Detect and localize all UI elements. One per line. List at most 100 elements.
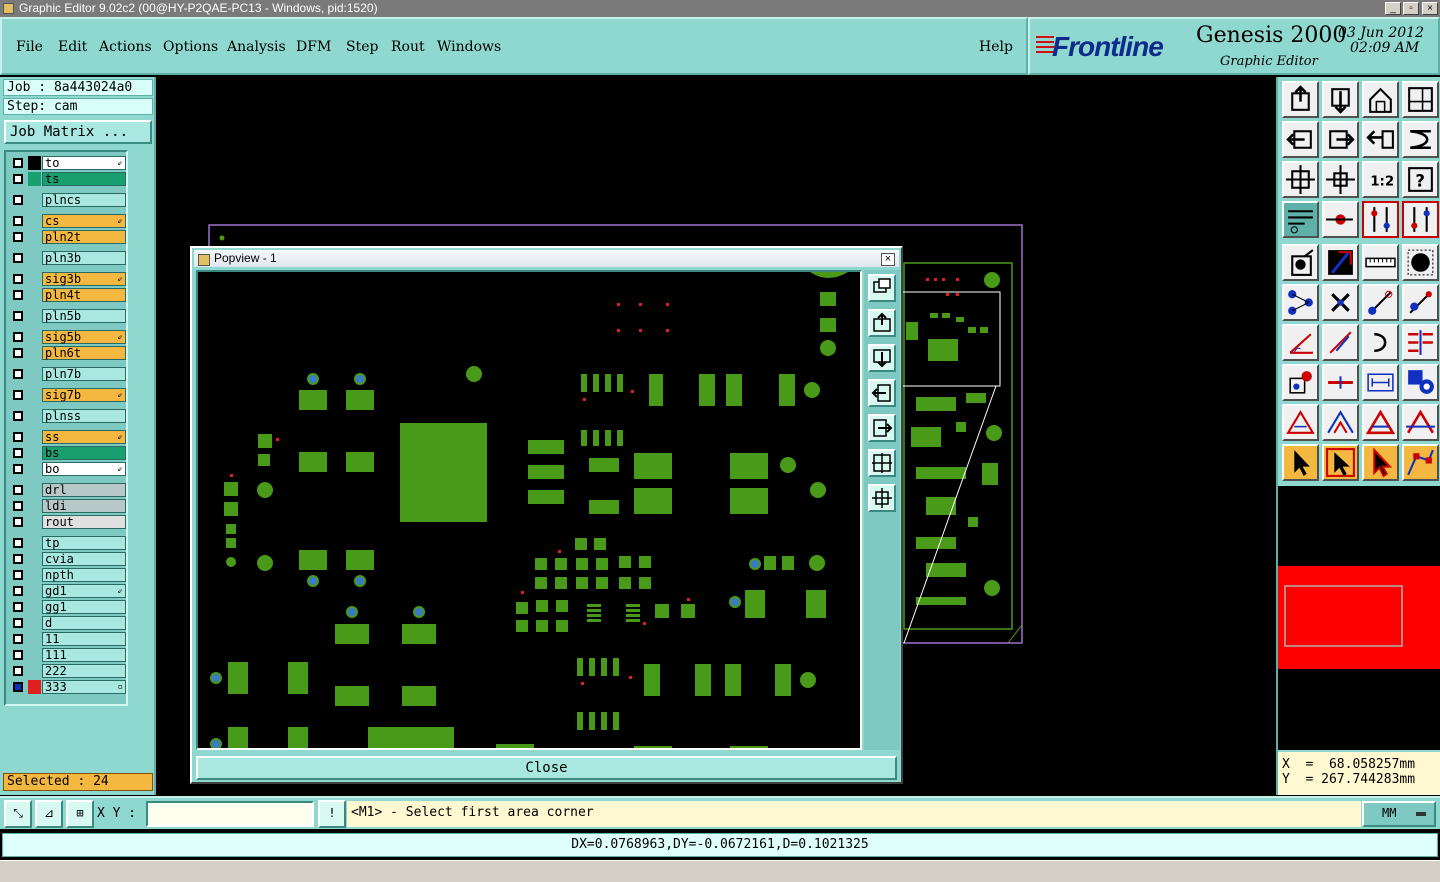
layer-name[interactable]: 333 ▫ [42,680,126,694]
layer-row[interactable]: npth [10,568,126,582]
layer-checkbox[interactable] [13,216,23,226]
menu-edit[interactable]: Edit [58,39,87,55]
layer-checkbox[interactable] [13,195,23,205]
layer-row[interactable]: tp [10,536,126,550]
layer-row[interactable]: cvia [10,552,126,566]
layer-row[interactable]: ss ⇙ [10,430,126,444]
layer-checkbox[interactable] [13,332,23,342]
pointer-icon[interactable] [1282,444,1319,481]
layer-name[interactable]: ts [42,172,126,186]
measure2-icon[interactable] [1362,364,1399,401]
layer-checkbox[interactable] [13,538,23,548]
layer-row[interactable]: 11 [10,632,126,646]
layer-name[interactable]: cvia [42,552,126,566]
layer-row[interactable]: 111 [10,648,126,662]
layer-name[interactable]: bo ⇙ [42,462,126,476]
layer-row[interactable]: bo ⇙ [10,462,126,476]
layer-checkbox[interactable] [13,348,23,358]
units-select[interactable]: MM [1362,801,1436,827]
grid2-icon[interactable] [1402,201,1439,238]
popview-close-icon[interactable]: × [881,253,895,266]
pad-icon[interactable] [1402,244,1439,281]
layer-name[interactable]: 111 [42,648,126,662]
layer-checkbox[interactable] [13,586,23,596]
menu-analysis[interactable]: Analysis [227,39,286,55]
undo-icon[interactable] [1362,121,1399,158]
layer-name[interactable]: sig7b ⇙ [42,388,126,402]
layer-row[interactable]: pln2t [10,230,126,244]
house-icon[interactable] [1362,81,1399,118]
snap-icon[interactable] [1322,201,1359,238]
layer-name[interactable]: d [42,616,126,630]
layer-checkbox[interactable] [13,411,23,421]
layer-checkbox[interactable] [13,501,23,511]
job-matrix-button[interactable]: Job Matrix ... [4,120,152,144]
layer-name[interactable]: npth [42,568,126,582]
layer-row[interactable]: pln5b [10,309,126,323]
popview-down-icon[interactable] [868,344,896,372]
layer-color-swatch[interactable] [28,156,41,170]
layer-row[interactable]: drl [10,483,126,497]
popview-fit-icon[interactable] [868,449,896,477]
triangle-icon[interactable] [1282,404,1319,441]
zoom-icon[interactable] [1322,161,1359,198]
layer-row[interactable]: to ⇙ [10,156,126,170]
help-icon[interactable]: ? [1402,161,1439,198]
layer-row[interactable]: pln6t [10,346,126,360]
menu-actions[interactable]: Actions [99,39,152,55]
layer-name[interactable]: gg1 [42,600,126,614]
popview-home-icon[interactable] [868,309,896,337]
pointer2-icon[interactable] [1322,444,1359,481]
popview-window-icon[interactable] [868,274,896,302]
edit-feature-icon[interactable] [1282,244,1319,281]
overview-panel[interactable] [1278,486,1440,750]
pan-right-icon[interactable] [1322,121,1359,158]
layer-row[interactable]: plnss [10,409,126,423]
pointer3-icon[interactable] [1362,444,1399,481]
layer-checkbox[interactable] [13,274,23,284]
menu-file[interactable]: File [16,39,43,55]
popview-zoom-icon[interactable] [868,484,896,512]
layer-color-swatch[interactable] [28,172,41,186]
layer-checkbox[interactable] [13,390,23,400]
layer-name[interactable]: pln4t [42,288,126,302]
measure-icon[interactable] [1362,244,1399,281]
layer-name[interactable]: pln5b [42,309,126,323]
menu-rout[interactable]: Rout [391,39,425,55]
triangle4-icon[interactable] [1402,404,1439,441]
arc3-icon[interactable] [1362,324,1399,361]
shapes-icon[interactable] [1402,364,1439,401]
layer-checkbox[interactable] [13,666,23,676]
redo-icon[interactable] [1402,121,1439,158]
layer-name[interactable]: ss ⇙ [42,430,126,444]
layer-row[interactable]: ldi [10,499,126,513]
window-icon[interactable] [1402,81,1439,118]
layer-row[interactable]: sig3b ⇙ [10,272,126,286]
popview-right-icon[interactable] [868,414,896,442]
menu-options[interactable]: Options [163,39,218,55]
menu-dfm[interactable]: DFM [296,39,331,55]
popview-canvas[interactable] [196,270,862,750]
layer-checkbox[interactable] [13,448,23,458]
layer-row[interactable]: 222 [10,664,126,678]
layer-checkbox[interactable] [13,311,23,321]
layer-row[interactable]: gg1 [10,600,126,614]
layer-row[interactable]: plncs [10,193,126,207]
layer-checkbox[interactable] [13,650,23,660]
layer-row[interactable]: pln3b [10,251,126,265]
layer-row[interactable]: gd1 ⇙ [10,584,126,598]
grid-snap-button[interactable]: ⊞ [66,800,94,828]
layer-color-swatch[interactable] [28,680,41,694]
net-icon[interactable] [1282,284,1319,321]
dash-icon[interactable] [1322,364,1359,401]
layer-checkbox[interactable] [13,485,23,495]
settings-icon[interactable] [1282,201,1319,238]
layer-name[interactable]: drl [42,483,126,497]
triangle2-icon[interactable] [1322,404,1359,441]
info-button[interactable]: ! [318,800,346,828]
layer-name[interactable]: pln6t [42,346,126,360]
layer-checkbox[interactable] [13,634,23,644]
layer-name[interactable]: sig5b ⇙ [42,330,126,344]
scale-icon[interactable]: 1:2 [1362,161,1399,198]
close-button[interactable]: × [1422,2,1438,15]
